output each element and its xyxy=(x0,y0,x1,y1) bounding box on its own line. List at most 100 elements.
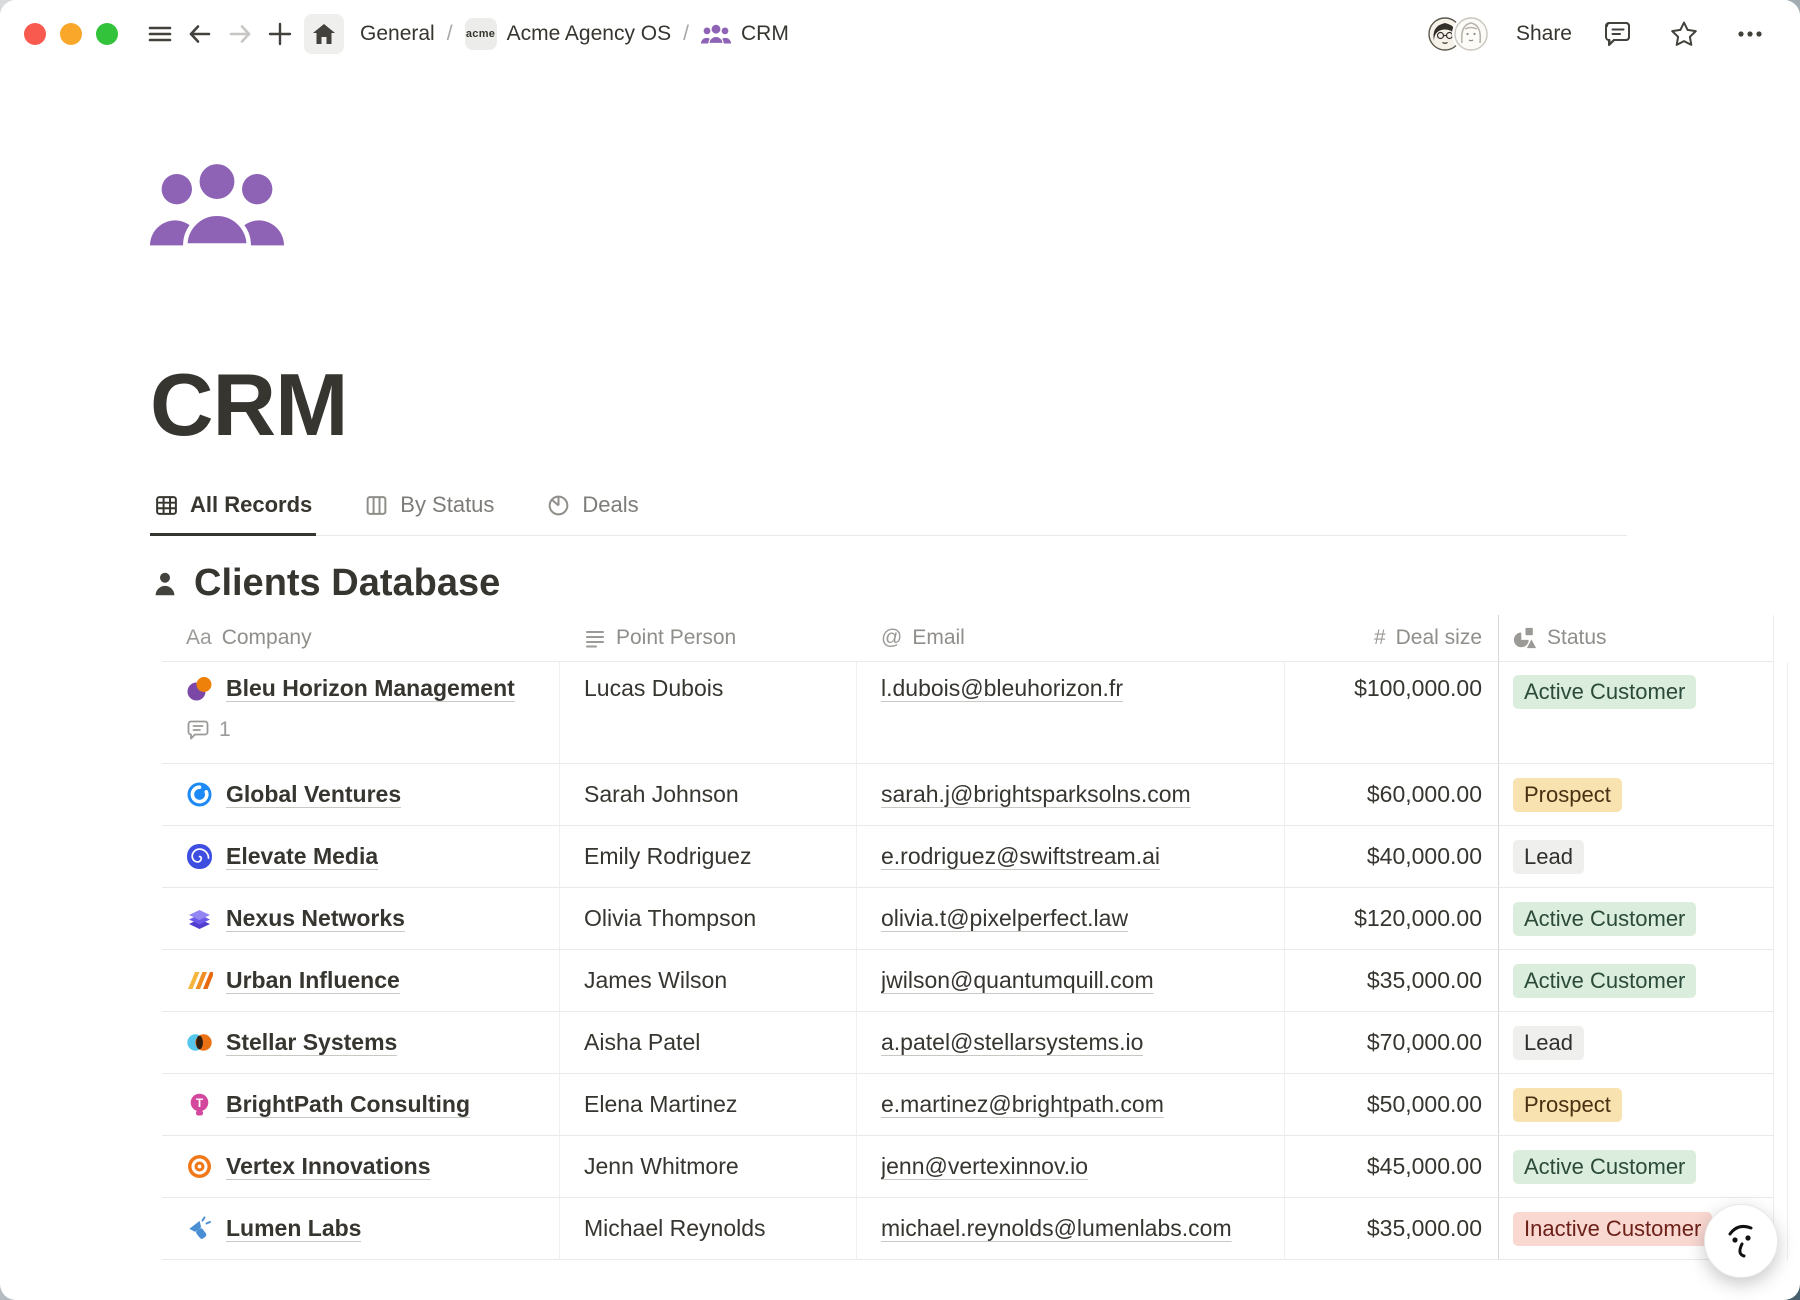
menu-icon[interactable] xyxy=(140,14,180,54)
assistant-widget-button[interactable] xyxy=(1704,1204,1778,1278)
new-tab-plus-icon[interactable] xyxy=(260,14,300,54)
status-cell[interactable]: Active Customer xyxy=(1499,950,1773,1012)
status-badge[interactable]: Lead xyxy=(1513,1026,1584,1060)
tab-by-status[interactable]: By Status xyxy=(360,486,498,536)
email-link[interactable]: olivia.t@pixelperfect.law xyxy=(881,905,1128,932)
table-row[interactable]: Lumen Labs Michael Reynolds michael.reyn… xyxy=(162,1198,1800,1260)
status-cell[interactable]: Lead xyxy=(1499,826,1773,888)
column-label: Point Person xyxy=(616,626,736,650)
email-cell[interactable]: jwilson@quantumquill.com xyxy=(857,950,1285,1012)
deal-size-cell[interactable]: $120,000.00 xyxy=(1285,888,1499,950)
point-person-cell[interactable]: Aisha Patel xyxy=(560,1012,857,1074)
forward-arrow-icon[interactable] xyxy=(220,14,260,54)
favorite-star-icon[interactable] xyxy=(1664,14,1704,54)
email-cell[interactable]: sarah.j@brightsparksolns.com xyxy=(857,764,1285,826)
table-row[interactable]: Elevate Media Emily Rodriguez e.rodrigue… xyxy=(162,826,1800,888)
email-cell[interactable]: e.martinez@brightpath.com xyxy=(857,1074,1285,1136)
email-link[interactable]: sarah.j@brightsparksolns.com xyxy=(881,781,1191,808)
deal-size-cell[interactable]: $45,000.00 xyxy=(1285,1136,1499,1198)
breadcrumb-crm[interactable]: CRM xyxy=(695,18,795,50)
minimize-window-button[interactable] xyxy=(60,23,82,45)
company-link[interactable]: Elevate Media xyxy=(226,843,378,870)
tab-all-records[interactable]: All Records xyxy=(150,486,316,536)
collaborator-avatars[interactable] xyxy=(1426,15,1490,53)
more-options-icon[interactable] xyxy=(1730,14,1770,54)
zoom-window-button[interactable] xyxy=(96,23,118,45)
tab-label: All Records xyxy=(190,492,312,518)
table-row[interactable]: Stellar Systems Aisha Patel a.patel@stel… xyxy=(162,1012,1800,1074)
point-person-cell[interactable]: Emily Rodriguez xyxy=(560,826,857,888)
status-badge[interactable]: Prospect xyxy=(1513,778,1622,812)
status-badge[interactable]: Active Customer xyxy=(1513,902,1696,936)
status-badge[interactable]: Active Customer xyxy=(1513,1150,1696,1184)
status-cell[interactable]: Active Customer xyxy=(1499,888,1773,950)
email-cell[interactable]: michael.reynolds@lumenlabs.com xyxy=(857,1198,1285,1260)
column-header-email[interactable]: @ Email xyxy=(857,615,1285,662)
email-link[interactable]: e.rodriguez@swiftstream.ai xyxy=(881,843,1160,870)
email-link[interactable]: jwilson@quantumquill.com xyxy=(881,967,1154,994)
point-person-cell[interactable]: Sarah Johnson xyxy=(560,764,857,826)
column-header-deal-size[interactable]: # Deal size xyxy=(1285,615,1499,662)
status-cell[interactable]: Active Customer xyxy=(1499,1136,1773,1198)
breadcrumb-general[interactable]: General xyxy=(354,18,441,50)
table-row[interactable]: Bleu Horizon Management 1 Lucas Dubois l… xyxy=(162,662,1800,764)
breadcrumb-acme-agency-os[interactable]: acme Acme Agency OS xyxy=(459,14,678,54)
status-badge[interactable]: Lead xyxy=(1513,840,1584,874)
company-link[interactable]: Lumen Labs xyxy=(226,1215,361,1242)
email-cell[interactable]: e.rodriguez@swiftstream.ai xyxy=(857,826,1285,888)
status-badge[interactable]: Inactive Customer xyxy=(1513,1212,1712,1246)
point-person-cell[interactable]: James Wilson xyxy=(560,950,857,1012)
company-link[interactable]: Bleu Horizon Management xyxy=(226,675,515,702)
table-row[interactable]: T BrightPath Consulting Elena Martinez e… xyxy=(162,1074,1800,1136)
status-badge[interactable]: Active Customer xyxy=(1513,964,1696,998)
deal-size-cell[interactable]: $35,000.00 xyxy=(1285,950,1499,1012)
back-arrow-icon[interactable] xyxy=(180,14,220,54)
deal-size-cell[interactable]: $60,000.00 xyxy=(1285,764,1499,826)
company-link[interactable]: Nexus Networks xyxy=(226,905,405,932)
point-person-cell[interactable]: Lucas Dubois xyxy=(560,662,857,764)
email-cell[interactable]: olivia.t@pixelperfect.law xyxy=(857,888,1285,950)
table-row[interactable]: Vertex Innovations Jenn Whitmore jenn@ve… xyxy=(162,1136,1800,1198)
table-row[interactable]: Nexus Networks Olivia Thompson olivia.t@… xyxy=(162,888,1800,950)
column-header-company[interactable]: Aa Company xyxy=(162,615,560,662)
status-cell[interactable]: Prospect xyxy=(1499,764,1773,826)
column-header-status[interactable]: Status xyxy=(1499,615,1773,662)
point-person-cell[interactable]: Jenn Whitmore xyxy=(560,1136,857,1198)
close-window-button[interactable] xyxy=(24,23,46,45)
share-button[interactable]: Share xyxy=(1516,22,1572,46)
comments-icon[interactable] xyxy=(1598,14,1638,54)
point-person-cell[interactable]: Olivia Thompson xyxy=(560,888,857,950)
company-link[interactable]: BrightPath Consulting xyxy=(226,1091,470,1118)
email-link[interactable]: l.dubois@bleuhorizon.fr xyxy=(881,675,1123,702)
email-cell[interactable]: l.dubois@bleuhorizon.fr xyxy=(857,662,1285,764)
company-link[interactable]: Vertex Innovations xyxy=(226,1153,431,1180)
status-cell[interactable]: Prospect xyxy=(1499,1074,1773,1136)
point-person-cell[interactable]: Elena Martinez xyxy=(560,1074,857,1136)
column-header-point-person[interactable]: Point Person xyxy=(560,615,857,662)
company-link[interactable]: Urban Influence xyxy=(226,967,400,994)
comment-count[interactable]: 1 xyxy=(186,718,515,742)
status-cell[interactable]: Lead xyxy=(1499,1012,1773,1074)
status-badge[interactable]: Active Customer xyxy=(1513,675,1696,709)
table-row[interactable]: Global Ventures Sarah Johnson sarah.j@br… xyxy=(162,764,1800,826)
deal-size-cell[interactable]: $70,000.00 xyxy=(1285,1012,1499,1074)
status-badge[interactable]: Prospect xyxy=(1513,1088,1622,1122)
page-icon-people-group[interactable] xyxy=(150,160,284,246)
home-icon[interactable] xyxy=(304,14,344,54)
email-link[interactable]: jenn@vertexinnov.io xyxy=(881,1153,1088,1180)
email-cell[interactable]: jenn@vertexinnov.io xyxy=(857,1136,1285,1198)
deal-size-cell[interactable]: $35,000.00 xyxy=(1285,1198,1499,1260)
table-row[interactable]: Urban Influence James Wilson jwilson@qua… xyxy=(162,950,1800,1012)
email-cell[interactable]: a.patel@stellarsystems.io xyxy=(857,1012,1285,1074)
status-cell[interactable]: Active Customer xyxy=(1499,662,1773,764)
deal-size-cell[interactable]: $40,000.00 xyxy=(1285,826,1499,888)
deal-size-cell[interactable]: $50,000.00 xyxy=(1285,1074,1499,1136)
email-link[interactable]: e.martinez@brightpath.com xyxy=(881,1091,1164,1118)
tab-deals[interactable]: Deals xyxy=(542,486,642,536)
company-link[interactable]: Global Ventures xyxy=(226,781,401,808)
email-link[interactable]: a.patel@stellarsystems.io xyxy=(881,1029,1143,1056)
company-link[interactable]: Stellar Systems xyxy=(226,1029,397,1056)
email-link[interactable]: michael.reynolds@lumenlabs.com xyxy=(881,1215,1232,1242)
point-person-cell[interactable]: Michael Reynolds xyxy=(560,1198,857,1260)
deal-size-cell[interactable]: $100,000.00 xyxy=(1285,662,1499,764)
